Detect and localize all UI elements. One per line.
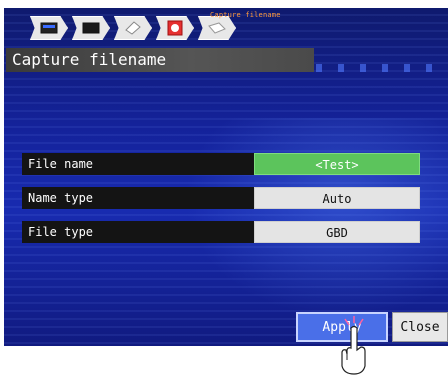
breadcrumb-step-screen[interactable] <box>72 16 110 40</box>
setting-label: File type <box>22 221 254 243</box>
background-glow <box>184 118 448 318</box>
file-name-field[interactable]: <Test> <box>254 153 420 175</box>
record-icon <box>167 20 183 36</box>
page-title: Capture filename <box>6 48 314 72</box>
breadcrumb-step-monitor[interactable] <box>30 16 68 40</box>
device-screen: Capture filename Capture filename File n… <box>4 8 448 346</box>
label-icon <box>208 22 226 34</box>
title-decoration <box>316 64 446 72</box>
tag-icon <box>125 21 141 35</box>
breadcrumb-caption: Capture filename <box>210 11 281 19</box>
breadcrumb-step-label[interactable] <box>198 16 236 40</box>
monitor-icon <box>40 22 58 34</box>
close-button[interactable]: Close <box>392 312 448 342</box>
setting-label: File name <box>22 153 254 175</box>
setting-label: Name type <box>22 187 254 209</box>
name-type-selector[interactable]: Auto <box>254 187 420 209</box>
screen-icon <box>82 22 100 34</box>
file-type-selector[interactable]: GBD <box>254 221 420 243</box>
pointing-hand-icon <box>341 316 366 375</box>
breadcrumb <box>30 16 240 42</box>
breadcrumb-step-tag[interactable] <box>114 16 152 40</box>
breadcrumb-step-record[interactable] <box>156 16 194 40</box>
